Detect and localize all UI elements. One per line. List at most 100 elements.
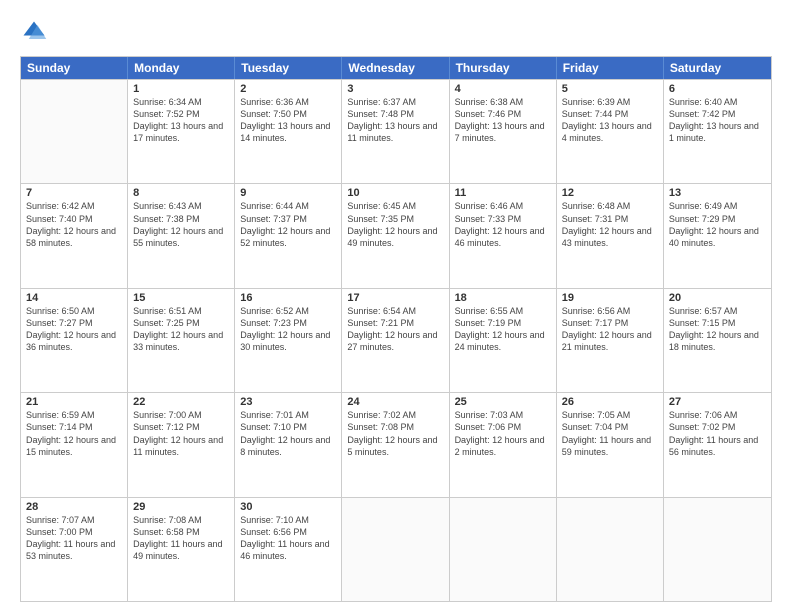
header-day-monday: Monday [128,57,235,79]
day-info: Sunrise: 7:06 AMSunset: 7:02 PMDaylight:… [669,409,766,458]
day-number: 12 [562,187,658,199]
empty-cell [664,498,771,601]
day-cell-8: 8Sunrise: 6:43 AMSunset: 7:38 PMDaylight… [128,184,235,287]
day-number: 19 [562,292,658,304]
day-number: 1 [133,83,229,95]
day-info: Sunrise: 6:42 AMSunset: 7:40 PMDaylight:… [26,200,122,249]
day-number: 18 [455,292,551,304]
day-cell-6: 6Sunrise: 6:40 AMSunset: 7:42 PMDaylight… [664,80,771,183]
day-info: Sunrise: 7:00 AMSunset: 7:12 PMDaylight:… [133,409,229,458]
day-info: Sunrise: 6:39 AMSunset: 7:44 PMDaylight:… [562,96,658,145]
day-number: 16 [240,292,336,304]
day-info: Sunrise: 7:07 AMSunset: 7:00 PMDaylight:… [26,514,122,563]
day-cell-14: 14Sunrise: 6:50 AMSunset: 7:27 PMDayligh… [21,289,128,392]
empty-cell [557,498,664,601]
day-number: 30 [240,501,336,513]
day-number: 29 [133,501,229,513]
day-info: Sunrise: 7:02 AMSunset: 7:08 PMDaylight:… [347,409,443,458]
day-number: 27 [669,396,766,408]
day-number: 6 [669,83,766,95]
day-info: Sunrise: 6:54 AMSunset: 7:21 PMDaylight:… [347,305,443,354]
day-number: 22 [133,396,229,408]
day-cell-1: 1Sunrise: 6:34 AMSunset: 7:52 PMDaylight… [128,80,235,183]
calendar: SundayMondayTuesdayWednesdayThursdayFrid… [20,56,772,602]
day-number: 2 [240,83,336,95]
day-cell-23: 23Sunrise: 7:01 AMSunset: 7:10 PMDayligh… [235,393,342,496]
day-info: Sunrise: 6:55 AMSunset: 7:19 PMDaylight:… [455,305,551,354]
day-info: Sunrise: 6:50 AMSunset: 7:27 PMDaylight:… [26,305,122,354]
day-info: Sunrise: 6:46 AMSunset: 7:33 PMDaylight:… [455,200,551,249]
day-number: 5 [562,83,658,95]
day-info: Sunrise: 6:57 AMSunset: 7:15 PMDaylight:… [669,305,766,354]
day-cell-16: 16Sunrise: 6:52 AMSunset: 7:23 PMDayligh… [235,289,342,392]
day-cell-26: 26Sunrise: 7:05 AMSunset: 7:04 PMDayligh… [557,393,664,496]
day-info: Sunrise: 6:40 AMSunset: 7:42 PMDaylight:… [669,96,766,145]
day-info: Sunrise: 6:36 AMSunset: 7:50 PMDaylight:… [240,96,336,145]
header-day-wednesday: Wednesday [342,57,449,79]
calendar-body: 1Sunrise: 6:34 AMSunset: 7:52 PMDaylight… [21,79,771,601]
day-cell-7: 7Sunrise: 6:42 AMSunset: 7:40 PMDaylight… [21,184,128,287]
day-number: 8 [133,187,229,199]
day-cell-22: 22Sunrise: 7:00 AMSunset: 7:12 PMDayligh… [128,393,235,496]
header-day-friday: Friday [557,57,664,79]
day-info: Sunrise: 7:05 AMSunset: 7:04 PMDaylight:… [562,409,658,458]
day-info: Sunrise: 7:10 AMSunset: 6:56 PMDaylight:… [240,514,336,563]
day-cell-29: 29Sunrise: 7:08 AMSunset: 6:58 PMDayligh… [128,498,235,601]
day-info: Sunrise: 6:38 AMSunset: 7:46 PMDaylight:… [455,96,551,145]
day-number: 9 [240,187,336,199]
day-number: 23 [240,396,336,408]
day-cell-11: 11Sunrise: 6:46 AMSunset: 7:33 PMDayligh… [450,184,557,287]
header [20,18,772,46]
day-number: 21 [26,396,122,408]
day-info: Sunrise: 6:49 AMSunset: 7:29 PMDaylight:… [669,200,766,249]
day-cell-4: 4Sunrise: 6:38 AMSunset: 7:46 PMDaylight… [450,80,557,183]
day-number: 4 [455,83,551,95]
day-cell-5: 5Sunrise: 6:39 AMSunset: 7:44 PMDaylight… [557,80,664,183]
day-info: Sunrise: 6:44 AMSunset: 7:37 PMDaylight:… [240,200,336,249]
calendar-week-5: 28Sunrise: 7:07 AMSunset: 7:00 PMDayligh… [21,497,771,601]
day-info: Sunrise: 7:03 AMSunset: 7:06 PMDaylight:… [455,409,551,458]
day-info: Sunrise: 6:52 AMSunset: 7:23 PMDaylight:… [240,305,336,354]
header-day-sunday: Sunday [21,57,128,79]
header-day-tuesday: Tuesday [235,57,342,79]
day-number: 20 [669,292,766,304]
day-info: Sunrise: 7:08 AMSunset: 6:58 PMDaylight:… [133,514,229,563]
day-cell-10: 10Sunrise: 6:45 AMSunset: 7:35 PMDayligh… [342,184,449,287]
day-cell-12: 12Sunrise: 6:48 AMSunset: 7:31 PMDayligh… [557,184,664,287]
header-day-thursday: Thursday [450,57,557,79]
day-number: 26 [562,396,658,408]
day-cell-2: 2Sunrise: 6:36 AMSunset: 7:50 PMDaylight… [235,80,342,183]
day-cell-25: 25Sunrise: 7:03 AMSunset: 7:06 PMDayligh… [450,393,557,496]
day-number: 3 [347,83,443,95]
day-cell-9: 9Sunrise: 6:44 AMSunset: 7:37 PMDaylight… [235,184,342,287]
calendar-week-1: 1Sunrise: 6:34 AMSunset: 7:52 PMDaylight… [21,79,771,183]
day-info: Sunrise: 6:45 AMSunset: 7:35 PMDaylight:… [347,200,443,249]
day-cell-21: 21Sunrise: 6:59 AMSunset: 7:14 PMDayligh… [21,393,128,496]
day-number: 15 [133,292,229,304]
calendar-week-3: 14Sunrise: 6:50 AMSunset: 7:27 PMDayligh… [21,288,771,392]
day-cell-20: 20Sunrise: 6:57 AMSunset: 7:15 PMDayligh… [664,289,771,392]
day-info: Sunrise: 6:48 AMSunset: 7:31 PMDaylight:… [562,200,658,249]
day-number: 11 [455,187,551,199]
calendar-header-row: SundayMondayTuesdayWednesdayThursdayFrid… [21,57,771,79]
day-cell-15: 15Sunrise: 6:51 AMSunset: 7:25 PMDayligh… [128,289,235,392]
calendar-week-2: 7Sunrise: 6:42 AMSunset: 7:40 PMDaylight… [21,183,771,287]
empty-cell [450,498,557,601]
day-cell-30: 30Sunrise: 7:10 AMSunset: 6:56 PMDayligh… [235,498,342,601]
day-cell-3: 3Sunrise: 6:37 AMSunset: 7:48 PMDaylight… [342,80,449,183]
logo-icon [20,18,48,46]
day-cell-13: 13Sunrise: 6:49 AMSunset: 7:29 PMDayligh… [664,184,771,287]
empty-cell [342,498,449,601]
day-number: 24 [347,396,443,408]
day-number: 28 [26,501,122,513]
day-info: Sunrise: 7:01 AMSunset: 7:10 PMDaylight:… [240,409,336,458]
day-number: 14 [26,292,122,304]
day-cell-28: 28Sunrise: 7:07 AMSunset: 7:00 PMDayligh… [21,498,128,601]
empty-cell [21,80,128,183]
day-number: 17 [347,292,443,304]
day-info: Sunrise: 6:34 AMSunset: 7:52 PMDaylight:… [133,96,229,145]
day-info: Sunrise: 6:37 AMSunset: 7:48 PMDaylight:… [347,96,443,145]
day-number: 7 [26,187,122,199]
day-number: 25 [455,396,551,408]
calendar-week-4: 21Sunrise: 6:59 AMSunset: 7:14 PMDayligh… [21,392,771,496]
